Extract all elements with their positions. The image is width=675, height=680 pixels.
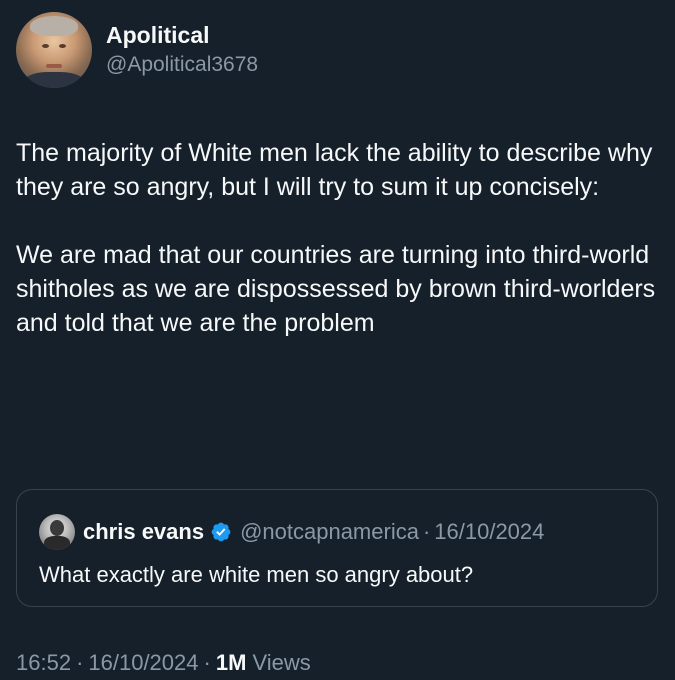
post-paragraph: We are mad that our countries are turnin… [16, 241, 656, 337]
author-avatar[interactable] [16, 12, 92, 88]
author-handle[interactable]: @Apolitical3678 [106, 51, 258, 79]
dot-separator: · [422, 519, 431, 544]
quoted-post-text: What exactly are white men so angry abou… [39, 562, 474, 587]
views-label: Views [252, 650, 311, 675]
avatar-mouth [46, 64, 62, 68]
avatar-coat [22, 72, 86, 88]
quoted-post-header: chris evans @notcapnamerica · 16/10/2024 [39, 514, 544, 550]
quoted-post-card[interactable]: chris evans @notcapnamerica · 16/10/2024… [16, 489, 658, 607]
avatar-eye [59, 44, 66, 48]
author-display-name[interactable]: Apolitical [106, 21, 258, 49]
quoted-author-name[interactable]: chris evans [83, 519, 204, 545]
avatar-eye [42, 44, 49, 48]
views-count: 1M [215, 650, 247, 675]
avatar-hair [30, 16, 78, 36]
avatar-body [44, 536, 70, 550]
dot-separator: · [203, 650, 211, 675]
avatar-face [50, 520, 64, 536]
post-meta: 16:52 · 16/10/2024 · 1M Views [16, 650, 311, 676]
post-time[interactable]: 16:52 [16, 650, 71, 675]
verified-badge-icon [211, 522, 231, 542]
post-text: The majority of White men lack the abili… [16, 136, 661, 340]
quoted-author-avatar [39, 514, 75, 550]
author-names: Apolitical @Apolitical3678 [106, 21, 258, 79]
post-date[interactable]: 16/10/2024 [88, 650, 198, 675]
post-paragraph: The majority of White men lack the abili… [16, 139, 653, 201]
post-header: Apolitical @Apolitical3678 [16, 12, 258, 88]
dot-separator: · [76, 650, 84, 675]
quoted-post-date[interactable]: 16/10/2024 [434, 519, 544, 545]
quoted-author-handle[interactable]: @notcapnamerica [240, 519, 419, 545]
